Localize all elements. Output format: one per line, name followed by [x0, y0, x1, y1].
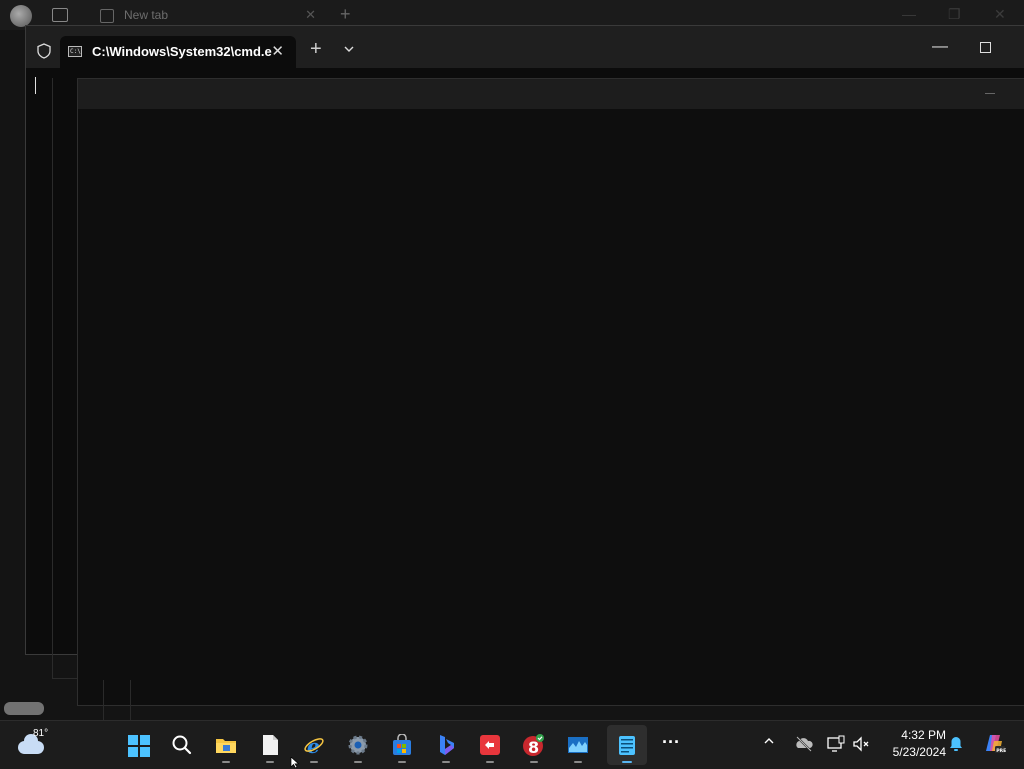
search-button[interactable]: [162, 725, 202, 765]
folder-icon: [216, 739, 236, 753]
tab-actions-icon[interactable]: [52, 8, 68, 22]
more-apps-button[interactable]: ···: [652, 725, 692, 765]
document-icon: [263, 735, 278, 755]
running-indicator: [354, 761, 362, 763]
terminal-titlebar: C:\ C:\Windows\System32\cmd.e ✕ + —: [26, 26, 1024, 68]
notepad-button[interactable]: [607, 725, 647, 765]
settings-button[interactable]: [338, 725, 378, 765]
running-indicator: [222, 761, 230, 763]
page-icon: [100, 9, 114, 23]
internet-explorer-icon: e: [304, 734, 324, 756]
clock-time: 4:32 PM: [901, 728, 946, 742]
start-button[interactable]: [118, 725, 158, 765]
terminal-tab-cmd[interactable]: C:\ C:\Windows\System32\cmd.e ✕: [60, 36, 296, 68]
network-icon[interactable]: [826, 735, 846, 753]
weather-widget[interactable]: 81°: [18, 727, 58, 763]
ghost-window: [77, 78, 1024, 706]
running-indicator: [486, 761, 494, 763]
monitor-app-icon: [568, 737, 588, 753]
notification-bell-icon[interactable]: [949, 736, 963, 752]
remote-app-button[interactable]: [470, 725, 510, 765]
terminal-new-tab-button[interactable]: +: [310, 38, 322, 61]
volume-muted-icon[interactable]: [852, 735, 872, 753]
windows-logo-icon: [128, 735, 150, 757]
system-clock[interactable]: 4:32 PM 5/23/2024: [878, 727, 946, 761]
text-cursor: [35, 77, 36, 94]
edge-tab-label: New tab: [124, 8, 169, 22]
running-indicator: [398, 761, 406, 763]
clock-date: 5/23/2024: [892, 745, 946, 759]
terminal-tab-label: C:\Windows\System32\cmd.e: [92, 44, 272, 59]
remote-app-icon: [480, 735, 500, 755]
running-indicator: [622, 761, 632, 763]
bing-icon: [440, 735, 454, 755]
edge-restore-button[interactable]: ❐: [948, 6, 961, 23]
terminal-minimize-button[interactable]: —: [932, 38, 948, 56]
running-indicator: [266, 761, 274, 763]
monitor-app-button[interactable]: [558, 725, 598, 765]
running-indicator: [530, 761, 538, 763]
ghost-window-titlebar: [78, 79, 1024, 109]
cloud-icon: [18, 734, 44, 754]
profile-avatar[interactable]: [10, 5, 32, 27]
search-icon: [172, 735, 192, 755]
app-8-button[interactable]: 8: [514, 725, 554, 765]
ghost-minimize-button[interactable]: [985, 93, 995, 94]
notepad-icon: [619, 736, 635, 755]
app-8-icon: 8: [523, 734, 544, 756]
chevron-down-icon[interactable]: [342, 42, 356, 56]
internet-explorer-button[interactable]: e: [294, 725, 334, 765]
edge-new-tab-button[interactable]: +: [340, 4, 351, 25]
running-indicator: [442, 761, 450, 763]
running-indicator: [574, 761, 582, 763]
gear-icon: [348, 735, 368, 755]
running-indicator: [310, 761, 318, 763]
edge-close-button[interactable]: ✕: [994, 6, 1006, 23]
weather-temperature: 81°: [33, 728, 49, 739]
cmd-icon: C:\: [68, 46, 82, 57]
store-bag-icon: [393, 734, 411, 755]
copilot-icon[interactable]: PRE: [982, 731, 1006, 755]
taskbar: 81° e 8 ··· 4:32 PM 5/23/2024 PRE: [0, 720, 1024, 769]
scrollbar-thumb[interactable]: [4, 702, 44, 715]
terminal-tab-close-button[interactable]: ✕: [271, 42, 284, 60]
mouse-pointer-icon: [290, 757, 300, 768]
onedrive-offline-icon[interactable]: [794, 735, 814, 753]
more-icon: ···: [662, 732, 680, 752]
bing-button[interactable]: [426, 725, 466, 765]
edge-tab-close-button[interactable]: ✕: [305, 7, 316, 23]
ghost-window-edge: [103, 680, 131, 720]
document-app-button[interactable]: [250, 725, 290, 765]
file-explorer-button[interactable]: [206, 725, 246, 765]
shield-icon: [37, 43, 51, 59]
svg-text:e: e: [307, 734, 320, 756]
edge-minimize-button[interactable]: —: [902, 6, 916, 22]
svg-text:PRE: PRE: [996, 748, 1006, 754]
terminal-maximize-button[interactable]: [980, 42, 991, 53]
microsoft-store-button[interactable]: [382, 725, 422, 765]
chevron-up-icon[interactable]: [764, 736, 774, 746]
